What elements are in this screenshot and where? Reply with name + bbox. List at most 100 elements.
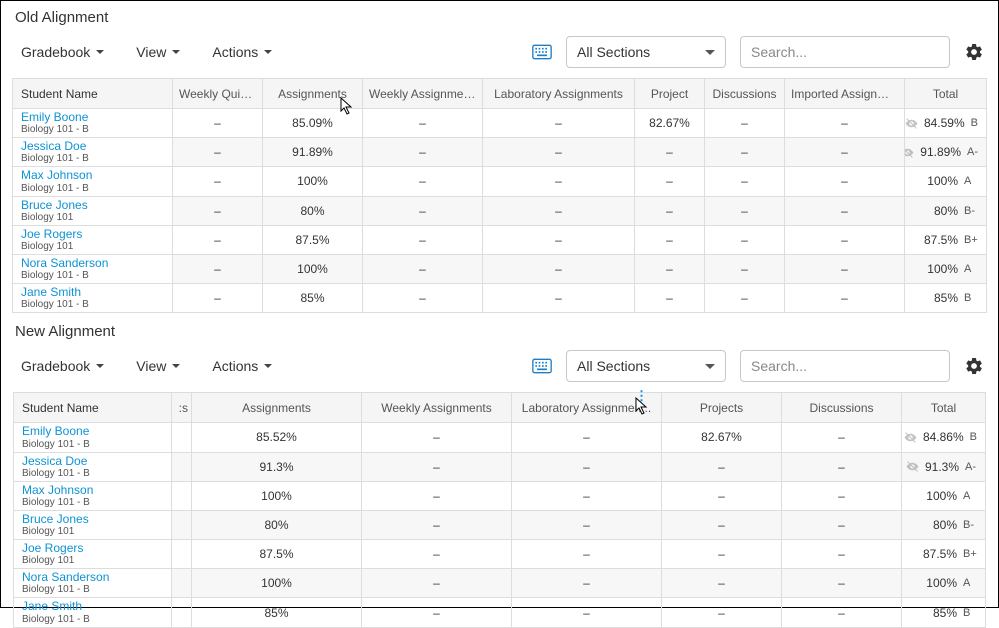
gear-icon[interactable] [964,42,984,62]
actions-menu[interactable]: Actions [206,40,278,64]
grade-cell[interactable]: – [785,167,905,196]
grade-cell[interactable]: 85% [263,284,363,313]
student-link[interactable]: Jessica Doe [21,140,164,153]
grade-cell[interactable]: – [635,225,705,254]
grade-cell[interactable]: – [662,452,782,481]
student-link[interactable]: Jane Smith [22,600,163,613]
grade-cell[interactable]: – [173,254,263,283]
grade-cell[interactable]: – [362,481,512,510]
grade-cell[interactable]: – [705,284,785,313]
grade-cell[interactable]: – [363,254,483,283]
grade-cell[interactable]: – [782,540,902,569]
col-student-name[interactable]: Student Name [13,79,173,109]
grade-cell[interactable]: – [705,138,785,167]
grade-cell[interactable]: – [362,510,512,539]
grade-cell[interactable]: – [782,569,902,598]
keyboard-icon[interactable] [532,358,552,374]
student-link[interactable]: Max Johnson [21,169,164,182]
student-link[interactable]: Jane Smith [21,286,164,299]
col-header[interactable]: Project [635,79,705,109]
search-input[interactable] [740,350,950,382]
student-link[interactable]: Max Johnson [22,484,163,497]
student-link[interactable]: Joe Rogers [22,542,163,555]
grade-cell[interactable]: – [512,598,662,627]
col-header[interactable]: Discussions [782,393,902,423]
grade-cell[interactable]: – [512,481,662,510]
grade-cell[interactable]: – [173,167,263,196]
grade-cell[interactable]: – [173,109,263,138]
grade-cell[interactable]: 100% [263,254,363,283]
grade-cell[interactable] [172,452,192,481]
student-link[interactable]: Emily Boone [22,425,163,438]
grade-cell[interactable]: – [512,510,662,539]
student-link[interactable]: Jessica Doe [22,455,163,468]
grade-cell[interactable]: – [483,138,635,167]
grade-cell[interactable]: – [512,452,662,481]
grade-cell[interactable]: – [782,598,902,627]
grade-cell[interactable]: 85.09% [263,109,363,138]
col-header[interactable]: Weekly Assignments [362,393,512,423]
grade-cell[interactable] [172,423,192,452]
grade-cell[interactable]: 91.89% [263,138,363,167]
grade-cell[interactable]: 87.5% [192,540,362,569]
grade-cell[interactable]: – [635,167,705,196]
gradebook-menu[interactable]: Gradebook [15,40,110,64]
col-header[interactable]: Total [902,393,986,423]
grade-cell[interactable]: – [782,510,902,539]
view-menu[interactable]: View [130,354,186,378]
grade-cell[interactable]: – [483,254,635,283]
grade-cell[interactable] [172,510,192,539]
grade-cell[interactable]: – [173,225,263,254]
grade-cell[interactable]: 87.5% [263,225,363,254]
student-link[interactable]: Bruce Jones [22,513,163,526]
grade-cell[interactable]: – [483,196,635,225]
col-header[interactable]: :s [172,393,192,423]
grade-cell[interactable]: – [635,284,705,313]
grade-cell[interactable]: 82.67% [635,109,705,138]
grade-cell[interactable]: – [705,225,785,254]
grade-cell[interactable]: – [662,510,782,539]
grade-cell[interactable]: – [483,109,635,138]
grade-cell[interactable]: – [785,284,905,313]
grade-cell[interactable]: – [662,598,782,627]
grade-cell[interactable]: – [635,196,705,225]
grade-cell[interactable]: – [512,423,662,452]
grade-cell[interactable]: – [483,284,635,313]
grade-cell[interactable]: 85% [192,598,362,627]
grade-cell[interactable]: – [662,481,782,510]
grade-cell[interactable]: – [662,540,782,569]
actions-menu[interactable]: Actions [206,354,278,378]
grade-cell[interactable]: – [363,167,483,196]
student-link[interactable]: Nora Sanderson [21,257,164,270]
grade-cell[interactable] [172,598,192,627]
grade-cell[interactable]: – [173,138,263,167]
view-menu[interactable]: View [130,40,186,64]
sections-select[interactable]: All Sections [566,350,726,382]
grade-cell[interactable]: – [785,225,905,254]
grade-cell[interactable]: – [363,225,483,254]
col-header[interactable]: Projects [662,393,782,423]
col-header[interactable]: Discussions [705,79,785,109]
grade-cell[interactable]: – [662,569,782,598]
col-header[interactable]: Weekly Quizzes [173,79,263,109]
grade-cell[interactable]: 100% [263,167,363,196]
grade-cell[interactable]: – [483,167,635,196]
col-header[interactable]: Total [905,79,987,109]
grade-cell[interactable]: – [512,540,662,569]
student-link[interactable]: Nora Sanderson [22,571,163,584]
gear-icon[interactable] [964,356,984,376]
grade-cell[interactable]: – [362,540,512,569]
grade-cell[interactable]: 100% [192,569,362,598]
grade-cell[interactable]: 91.3% [192,452,362,481]
grade-cell[interactable]: 100% [192,481,362,510]
grade-cell[interactable]: – [173,196,263,225]
sections-select[interactable]: All Sections [566,36,726,68]
col-header[interactable]: Assignments [192,393,362,423]
grade-cell[interactable]: – [635,254,705,283]
grade-cell[interactable]: – [782,452,902,481]
search-input[interactable] [740,36,950,68]
grade-cell[interactable]: – [173,284,263,313]
grade-cell[interactable]: – [362,598,512,627]
student-link[interactable]: Bruce Jones [21,199,164,212]
col-student-name[interactable]: Student Name [14,393,172,423]
